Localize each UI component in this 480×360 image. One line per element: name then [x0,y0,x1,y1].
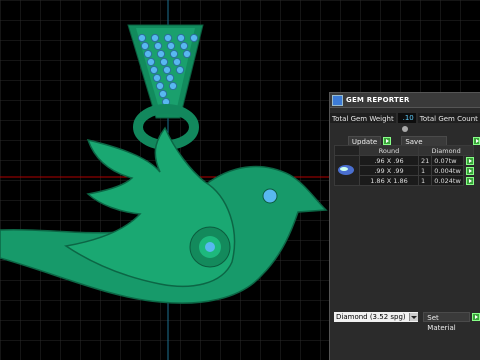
gem-size: .99 X .99 [359,165,419,176]
bail-gem [172,57,182,67]
flower-gem [205,242,215,252]
row-go-icon[interactable] [465,156,474,165]
bail-gem [156,49,166,59]
bail-gem [168,81,178,91]
column-header-diamond: Diamond [417,145,475,156]
bail-gem [150,33,160,43]
bail-gem [149,65,159,75]
bail-gem [182,49,192,59]
bail-gem [179,41,189,51]
totals-row: Total Gem Weight .10 Total Gem Count [330,112,480,123]
bail-gem [146,57,156,67]
bail-gem [189,33,199,43]
gem-size: .96 X .96 [359,155,419,166]
save-report-button[interactable]: Save Report [401,135,448,156]
bail-gem [176,33,186,43]
app-icon [332,94,343,106]
save-report-go-icon[interactable] [472,136,480,145]
total-count-label: Total Gem Count [417,112,480,123]
bail-gem [159,57,169,67]
bird-eye-gem [262,188,278,204]
bail-gem [175,65,185,75]
collapse-handle[interactable] [402,126,408,132]
gem-reporter-panel: GEM REPORTER Total Gem Weight .10 Total … [329,92,480,360]
material-row: Diamond (3.52 spg) Set Material [334,311,480,332]
column-header-round: Round [359,145,419,156]
panel-title: GEM REPORTER [346,96,410,104]
gem-count: 21 [417,155,433,166]
gem-count: 1 [417,175,433,186]
gem-table: Round Diamond .96 X .96 21 0.07tw .99 X … [334,145,475,186]
gem-weight: 0.004tw [431,165,464,176]
gem-weight: 0.024tw [431,175,464,186]
update-button[interactable]: Update [347,135,382,146]
row-go-icon[interactable] [465,176,474,185]
bail-gem [169,49,179,59]
total-weight-value: .10 [397,112,416,123]
gem-count: 1 [417,165,433,176]
gem-thumbnail-icon [338,164,354,175]
bail-gem [166,41,176,51]
bail-gem [137,33,147,43]
gem-weight: 0.07tw [431,155,464,166]
set-material-go-icon[interactable] [472,312,480,321]
gem-size: 1.86 X 1.86 [359,175,419,186]
material-select-value: Diamond (3.52 spg) [336,312,406,321]
bail-gem [152,73,162,83]
set-material-button[interactable]: Set Material [423,311,471,332]
bail-gem [140,41,150,51]
update-go-icon[interactable] [383,136,391,145]
bail-gem [165,73,175,83]
bail-gem [163,33,173,43]
bail-gem [153,41,163,51]
gem-thumbnail [334,155,360,186]
bail-gem [162,65,172,75]
total-weight-label: Total Gem Weight [330,112,396,123]
panel-titlebar: GEM REPORTER [330,93,480,108]
dropdown-arrow-icon[interactable] [408,312,418,321]
bail-gem [155,81,165,91]
bail-gem [143,49,153,59]
bail-gem [158,89,168,99]
table-row[interactable]: .96 X .96 21 0.07tw [334,155,474,186]
row-go-icon[interactable] [465,166,474,175]
material-select[interactable]: Diamond (3.52 spg) [334,311,418,322]
